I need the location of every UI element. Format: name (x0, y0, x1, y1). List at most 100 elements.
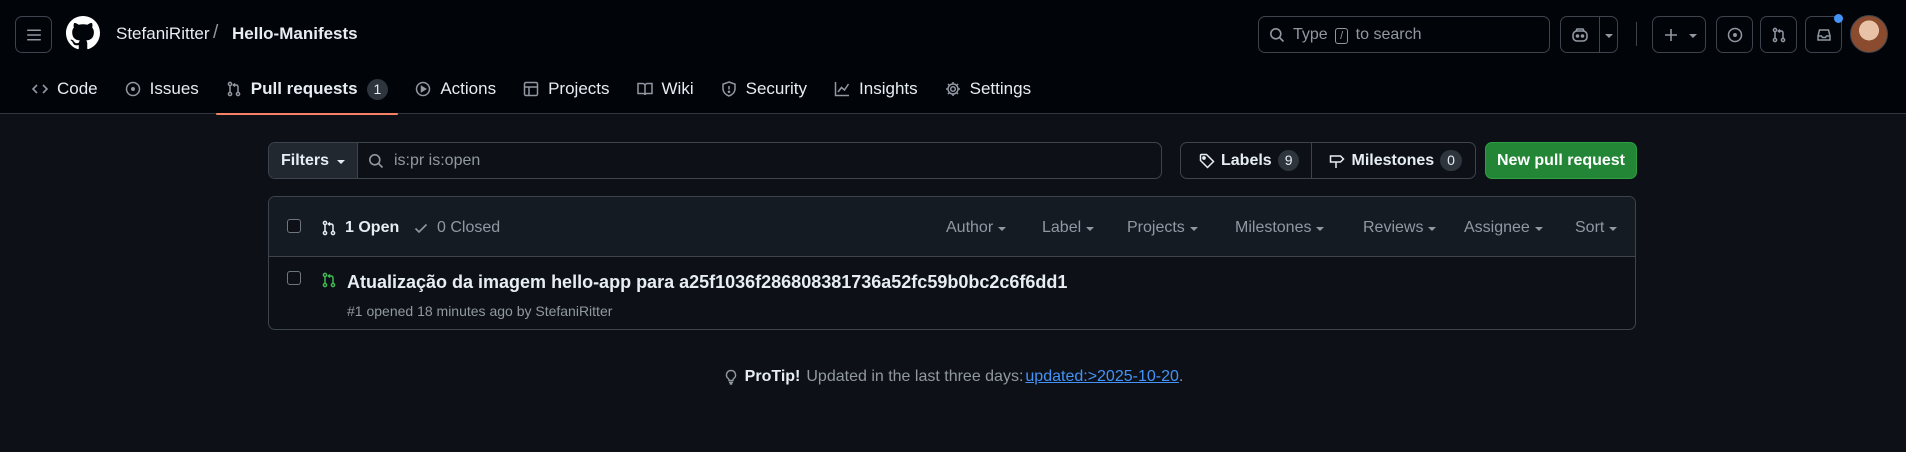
sort-dropdown[interactable]: Sort (1575, 219, 1618, 237)
chevron-down-icon (1609, 227, 1618, 231)
code-icon (32, 84, 48, 94)
search-prefix: Type (1293, 25, 1328, 43)
pull-requests-button[interactable] (1760, 16, 1797, 53)
search-icon (369, 153, 384, 168)
chevron-down-icon (1086, 227, 1095, 231)
open-filter[interactable]: 1 Open (321, 219, 399, 237)
copilot-icon (1572, 27, 1588, 42)
tab-label: Issues (149, 79, 199, 98)
play-icon (416, 81, 431, 97)
graph-icon (834, 82, 850, 97)
tab-label: Projects (548, 79, 610, 98)
plus-icon (1665, 28, 1677, 41)
tab-label: Wiki (661, 79, 694, 98)
check-icon (414, 223, 428, 234)
tab-issues[interactable]: Issues (115, 70, 209, 108)
filter-search[interactable] (358, 143, 1161, 178)
labels-label: Labels (1221, 151, 1272, 169)
pull-request-title[interactable]: Atualização da imagem hello-app para a25… (347, 272, 1067, 293)
breadcrumb-repo[interactable]: Hello-Manifests (232, 24, 358, 44)
copilot-button[interactable] (1560, 16, 1618, 53)
book-icon (636, 82, 653, 96)
app-header: StefaniRitter / Hello-Manifests Type / t… (0, 0, 1906, 115)
assignee-dropdown[interactable]: Assignee (1464, 219, 1543, 237)
projects-dropdown[interactable]: Projects (1127, 219, 1198, 237)
filters-label: Filters (280, 151, 329, 169)
pull-requests-count: 1 (366, 78, 389, 100)
tab-wiki[interactable]: Wiki (627, 70, 704, 108)
list-header: 1 Open 0 Closed Author Label Projects Mi… (269, 197, 1635, 257)
tab-code[interactable]: Code (22, 70, 108, 108)
chevron-down-icon (1189, 227, 1198, 231)
chevron-down-icon (337, 159, 345, 164)
global-search-input[interactable]: Type / to search (1258, 16, 1550, 53)
sorter-label: Author (946, 219, 994, 236)
create-new-button[interactable] (1652, 16, 1706, 53)
milestone-icon (1330, 154, 1346, 168)
filter-search-input[interactable] (394, 151, 1094, 170)
label-dropdown[interactable]: Label (1042, 219, 1095, 237)
sorter-label: Label (1042, 219, 1082, 236)
tab-insights[interactable]: Insights (824, 70, 928, 108)
tab-pull-requests[interactable]: Pull requests 1 (215, 70, 399, 115)
chevron-down-icon (1605, 34, 1613, 38)
chevron-down-icon (998, 227, 1007, 231)
git-pull-request-icon (322, 220, 336, 236)
search-shortcut-key: / (1335, 27, 1349, 44)
git-pull-request-icon (1772, 27, 1785, 42)
protip-text: Updated in the last three days: (806, 368, 1024, 385)
tag-icon (1199, 153, 1215, 169)
breadcrumb-separator: / (213, 22, 219, 43)
tab-actions[interactable]: Actions (405, 70, 506, 108)
select-all-checkbox[interactable] (287, 219, 301, 233)
menu-button[interactable] (15, 16, 52, 53)
protip-label: ProTip! (744, 368, 801, 385)
sorter-label: Projects (1127, 219, 1185, 236)
pull-request-list: 1 Open 0 Closed Author Label Projects Mi… (268, 196, 1636, 330)
issues-button[interactable] (1716, 16, 1753, 53)
pull-request-meta: #1 opened 18 minutes ago by StefaniRitte… (347, 303, 613, 319)
author-dropdown[interactable]: Author (946, 219, 1007, 237)
chevron-down-icon (1316, 227, 1325, 231)
new-pull-request-button[interactable]: New pull request (1485, 142, 1637, 179)
tab-label: Pull requests (250, 79, 358, 98)
inbox-icon (1816, 28, 1831, 41)
repo-nav-tabs: Code Issues Pull requests 1 Actions Proj… (22, 70, 1048, 115)
github-logo-icon[interactable] (66, 16, 100, 50)
sorter-label: Sort (1575, 219, 1605, 236)
sorter-label: Reviews (1363, 219, 1424, 236)
issue-opened-icon (125, 81, 140, 97)
milestones-button[interactable]: Milestones 0 (1312, 143, 1473, 178)
closed-filter[interactable]: 0 Closed (413, 219, 500, 237)
row-checkbox[interactable] (287, 271, 301, 285)
tab-label: Insights (859, 79, 918, 98)
tab-label: Security (745, 79, 808, 98)
labels-button[interactable]: Labels 9 (1181, 143, 1313, 178)
tab-projects[interactable]: Projects (513, 70, 619, 108)
milestones-label: Milestones (1351, 151, 1435, 169)
tab-security[interactable]: Security (711, 70, 817, 108)
labels-count: 9 (1277, 150, 1300, 171)
tab-settings[interactable]: Settings (935, 70, 1041, 108)
light-bulb-icon (725, 369, 736, 385)
reviews-dropdown[interactable]: Reviews (1363, 219, 1437, 237)
avatar[interactable] (1850, 15, 1888, 53)
git-pull-request-open-icon (322, 272, 336, 288)
filters-button[interactable]: Filters (269, 143, 358, 178)
list-item: Atualização da imagem hello-app para a25… (269, 257, 1635, 329)
breadcrumb-owner[interactable]: StefaniRitter (116, 24, 210, 44)
git-pull-request-icon (227, 81, 241, 97)
milestones-dropdown[interactable]: Milestones (1235, 219, 1325, 237)
search-icon (1270, 27, 1285, 42)
protip: ProTip! Updated in the last three days: … (0, 368, 1906, 386)
protip-link[interactable]: updated:>2025-10-20 (1025, 368, 1178, 385)
milestones-count: 0 (1440, 150, 1462, 171)
tab-label: Settings (969, 79, 1032, 98)
tab-label: Code (57, 79, 98, 98)
gear-icon (945, 82, 960, 96)
labels-milestones-group: Labels 9 Milestones 0 (1180, 142, 1476, 179)
issue-opened-icon (1727, 27, 1742, 42)
chevron-down-icon (1428, 227, 1437, 231)
sorter-label: Assignee (1464, 219, 1530, 236)
hamburger-icon (26, 29, 41, 40)
